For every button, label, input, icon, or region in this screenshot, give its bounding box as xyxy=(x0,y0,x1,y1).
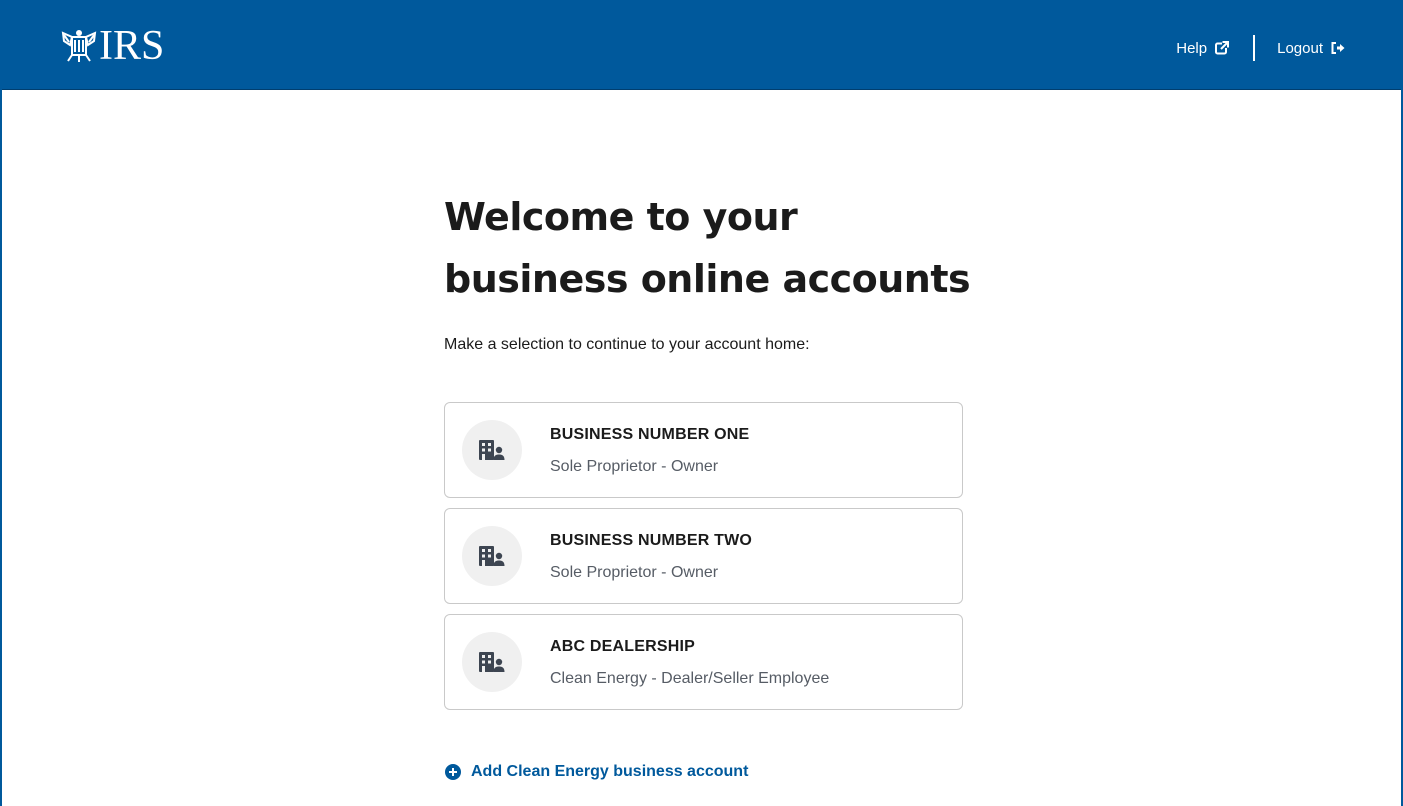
site-header: IRS Help Logout xyxy=(2,0,1401,90)
logout-icon xyxy=(1331,42,1345,54)
account-list: BUSINESS NUMBER ONE Sole Proprietor - Ow… xyxy=(444,402,964,710)
logout-label: Logout xyxy=(1277,39,1323,57)
business-user-icon xyxy=(479,440,505,460)
logo-text: IRS xyxy=(99,23,165,69)
irs-logo[interactable]: IRS xyxy=(60,23,165,69)
help-link[interactable]: Help xyxy=(1176,39,1230,57)
account-name: ABC DEALERSHIP xyxy=(550,638,696,655)
account-card-business-number-one[interactable]: BUSINESS NUMBER ONE Sole Proprietor - Ow… xyxy=(444,402,963,498)
add-clean-energy-account-link[interactable]: Add Clean Energy business account xyxy=(445,763,748,781)
nav-divider xyxy=(1253,35,1256,61)
help-label: Help xyxy=(1176,39,1208,57)
account-role: Clean Energy - Dealer/Seller Employee xyxy=(550,670,830,687)
page-title-line2: business online accounts xyxy=(444,257,971,301)
account-avatar xyxy=(462,526,522,586)
account-role: Sole Proprietor - Owner xyxy=(550,458,719,475)
page-title: Welcome to your business online accounts xyxy=(444,186,971,310)
eagle-icon xyxy=(61,30,97,62)
page: IRS Help Logout Welcome to your business… xyxy=(0,0,1403,806)
account-avatar xyxy=(462,632,522,692)
header-nav: Help Logout xyxy=(1176,35,1345,61)
account-role: Sole Proprietor - Owner xyxy=(550,564,719,581)
account-name: BUSINESS NUMBER ONE xyxy=(550,426,750,443)
account-name: BUSINESS NUMBER TWO xyxy=(550,532,753,549)
business-user-icon xyxy=(479,546,505,566)
plus-circle-icon xyxy=(445,764,461,780)
page-title-line1: Welcome to your xyxy=(444,195,798,239)
main-content: Welcome to your business online accounts… xyxy=(444,186,971,720)
external-link-icon xyxy=(1215,41,1230,55)
account-avatar xyxy=(462,420,522,480)
business-user-icon xyxy=(479,652,505,672)
account-card-business-number-two[interactable]: BUSINESS NUMBER TWO Sole Proprietor - Ow… xyxy=(444,508,963,604)
logout-link[interactable]: Logout xyxy=(1277,40,1345,57)
account-card-abc-dealership[interactable]: ABC DEALERSHIP Clean Energy - Dealer/Sel… xyxy=(444,614,963,710)
add-account-label: Add Clean Energy business account xyxy=(471,763,749,780)
page-subtitle: Make a selection to continue to your acc… xyxy=(444,336,810,353)
